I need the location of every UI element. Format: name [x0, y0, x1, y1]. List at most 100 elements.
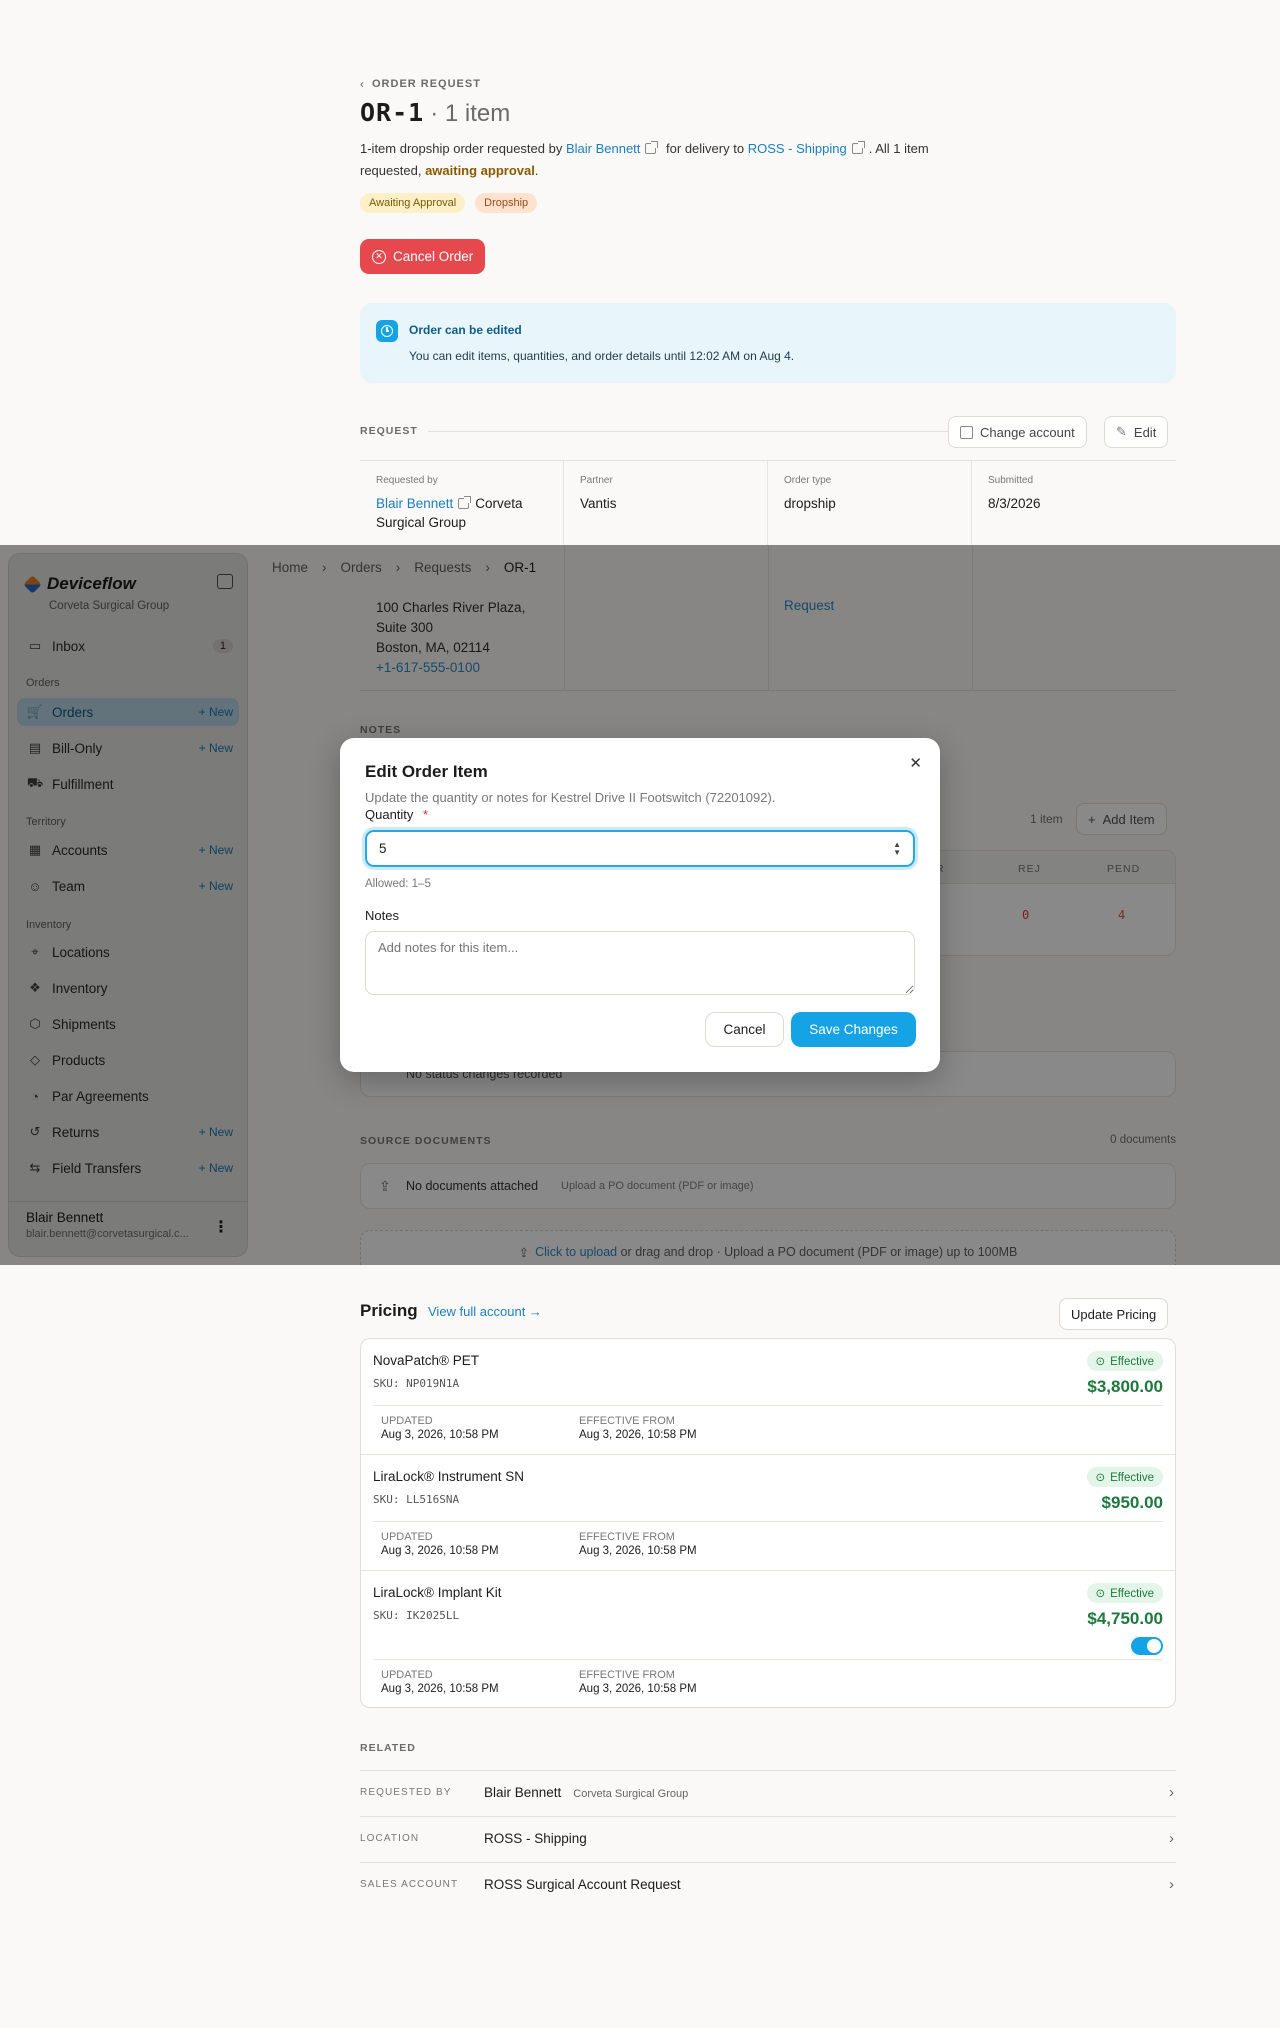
chevron-right-icon: › — [1169, 1784, 1174, 1801]
requested-by-cell: Requested by Blair Bennett Corveta Surgic… — [360, 461, 564, 545]
order-type-cell: Order type dropship — [768, 461, 972, 545]
new-team-button[interactable]: + New — [199, 879, 233, 893]
map-pin-icon: ⌖ — [31, 944, 39, 959]
quantity-stepper[interactable]: 5 ▲ ▼ — [365, 830, 915, 867]
back-link[interactable]: ‹ ORDER REQUEST — [360, 77, 481, 91]
sidebar-item-orders[interactable]: 🛒 Orders + New — [17, 698, 239, 726]
user-profile[interactable]: Blair Bennett blair.bennett@corvetasurgi… — [26, 1210, 189, 1240]
check-circle-icon: ⊙ — [1095, 1356, 1106, 1368]
building-icon — [960, 425, 973, 439]
logo-icon — [23, 574, 42, 594]
breadcrumb-orders[interactable]: Orders — [341, 560, 382, 575]
notice-title: Order can be edited — [409, 323, 522, 337]
collapse-sidebar-icon[interactable] — [217, 574, 233, 589]
change-account-button[interactable]: Change account — [948, 416, 1087, 448]
sidebar-item-returns[interactable]: ↺ Returns + New — [17, 1118, 239, 1146]
new-account-button[interactable]: + New — [199, 843, 233, 857]
effective-badge: ⊙ Effective — [1087, 1351, 1163, 1371]
breadcrumb-current: OR-1 — [503, 560, 537, 575]
sidebar-item-fulfillment[interactable]: ⛟ Fulfillment — [17, 770, 239, 798]
more-vertical-icon[interactable]: ⋮ — [213, 1217, 229, 1237]
type-badge: Dropship — [475, 193, 538, 213]
effective-badge: ⊙ Effective — [1087, 1467, 1163, 1487]
effective-badge: ⊙ Effective — [1087, 1583, 1163, 1603]
sidebar-item-locations[interactable]: ⌖ Locations — [17, 938, 239, 966]
back-label: ORDER REQUEST — [372, 78, 481, 90]
product-sku: SKU: IK2025LL — [373, 1609, 460, 1622]
org-name: Corveta Surgical Group — [49, 600, 170, 612]
pricing-toggle[interactable] — [1131, 1637, 1163, 1655]
new-order-button[interactable]: + New — [199, 705, 233, 719]
cancel-order-button[interactable]: ✕ Cancel Order — [360, 239, 486, 274]
truck-icon: ⛟ — [26, 775, 44, 790]
external-link-icon[interactable] — [645, 141, 659, 154]
sidebar-item-team[interactable]: ☺ Team + New — [17, 872, 239, 900]
product-name: LiraLock® Implant Kit — [373, 1585, 502, 1600]
request-section-label: REQUEST — [360, 425, 418, 437]
chevron-right-icon: › — [322, 560, 327, 575]
edit-order-item-dialog: Edit Order Item ✕ Update the quantity or… — [340, 738, 940, 1072]
building-icon: ▦ — [28, 842, 42, 857]
arrows-icon: ⇆ — [29, 1160, 41, 1175]
partner-cell: Partner Vantis — [564, 461, 768, 545]
sidebar-item-bill-only[interactable]: ▤ Bill-Only + New — [17, 734, 239, 762]
chevron-right-icon: › — [485, 560, 490, 575]
check-circle-icon: ⊙ — [1095, 1588, 1106, 1600]
external-link-icon[interactable] — [458, 496, 472, 509]
product-name: NovaPatch® PET — [373, 1353, 479, 1368]
edit-button[interactable]: ✎ Edit — [1104, 416, 1169, 448]
requested-by-link[interactable]: Blair Bennett — [376, 496, 453, 511]
chevron-left-icon: ‹ — [360, 77, 364, 91]
breadcrumb: Home › Orders › Requests › OR-1 — [272, 560, 536, 575]
related-row-sales-account[interactable]: SALES ACCOUNT ROSS Surgical Account Requ… — [360, 1862, 1176, 1908]
inbox-icon: ▭ — [28, 638, 42, 653]
pricing-list: NovaPatch® PET SKU: NP019N1A ⊙ Effective … — [360, 1338, 1176, 1708]
check-circle-icon: ⊙ — [1095, 1472, 1106, 1484]
status-text: awaiting approval — [425, 163, 535, 178]
product-sku: SKU: NP019N1A — [373, 1377, 460, 1390]
price-item: NovaPatch® PET SKU: NP019N1A ⊙ Effective … — [361, 1339, 1175, 1455]
sidebar-item-par-agreements[interactable]: ◔ Par Agreements — [17, 1082, 239, 1110]
rotate-icon: ↺ — [29, 1124, 41, 1139]
status-badge: Awaiting Approval — [360, 193, 466, 213]
new-bill-only-button[interactable]: + New — [199, 741, 233, 755]
close-icon[interactable]: ✕ — [909, 754, 922, 772]
related-row-location[interactable]: LOCATION ROSS - Shipping › — [360, 1816, 1176, 1862]
submitted-cell: Submitted 8/3/2026 — [988, 475, 1041, 511]
brand[interactable]: Deviceflow — [23, 574, 136, 594]
stepper-arrows-icon[interactable]: ▲ ▼ — [893, 840, 901, 857]
price-amount: $950.00 — [1101, 1493, 1163, 1512]
new-return-button[interactable]: + New — [199, 1125, 233, 1139]
sidebar-item-products[interactable]: ◇ Products — [17, 1046, 239, 1074]
save-changes-button[interactable]: Save Changes — [791, 1012, 916, 1047]
view-full-account-link[interactable]: View full account → — [428, 1304, 542, 1319]
price-item: LiraLock® Instrument SN SKU: LL516SNA ⊙ E… — [361, 1455, 1175, 1571]
update-pricing-button[interactable]: Update Pricing — [1059, 1298, 1169, 1330]
price-amount: $4,750.00 — [1087, 1609, 1163, 1628]
sidebar-item-accounts[interactable]: ▦ Accounts + New — [17, 836, 239, 864]
pencil-icon: ✎ — [1116, 424, 1127, 439]
dialog-title: Edit Order Item — [365, 762, 488, 781]
destination-link[interactable]: ROSS - Shipping — [748, 141, 847, 156]
package-icon: ⬡ — [29, 1016, 41, 1031]
sidebar-item-inbox[interactable]: ▭ Inbox 1 — [17, 632, 239, 660]
notes-textarea[interactable] — [365, 931, 915, 995]
external-link-icon[interactable] — [851, 141, 865, 154]
sidebar-item-inventory[interactable]: ❖ Inventory — [17, 974, 239, 1002]
related-row-requested-by[interactable]: REQUESTED BY Blair Bennett Corveta Surgic… — [360, 1770, 1176, 1816]
breadcrumb-requests[interactable]: Requests — [414, 560, 471, 575]
sidebar-item-shipments[interactable]: ⬡ Shipments — [17, 1010, 239, 1038]
sidebar: Deviceflow Corveta Surgical Group ▭ Inbox… — [8, 553, 248, 1257]
chevron-right-icon: › — [1169, 1876, 1174, 1893]
chevron-right-icon: › — [395, 560, 401, 575]
clock-icon — [376, 320, 398, 342]
item-count: · 1 item — [430, 100, 511, 127]
boxes-icon: ❖ — [29, 980, 41, 995]
order-id: OR-1 — [360, 98, 425, 127]
cancel-button[interactable]: Cancel — [705, 1012, 784, 1047]
sidebar-item-field-transfers[interactable]: ⇆ Field Transfers + New — [17, 1154, 239, 1182]
breadcrumb-home[interactable]: Home — [272, 560, 308, 575]
request-details: Requested by Blair Bennett Corveta Surgic… — [360, 460, 1176, 545]
requester-link[interactable]: Blair Bennett — [566, 141, 640, 156]
new-field-transfer-button[interactable]: + New — [199, 1161, 233, 1175]
